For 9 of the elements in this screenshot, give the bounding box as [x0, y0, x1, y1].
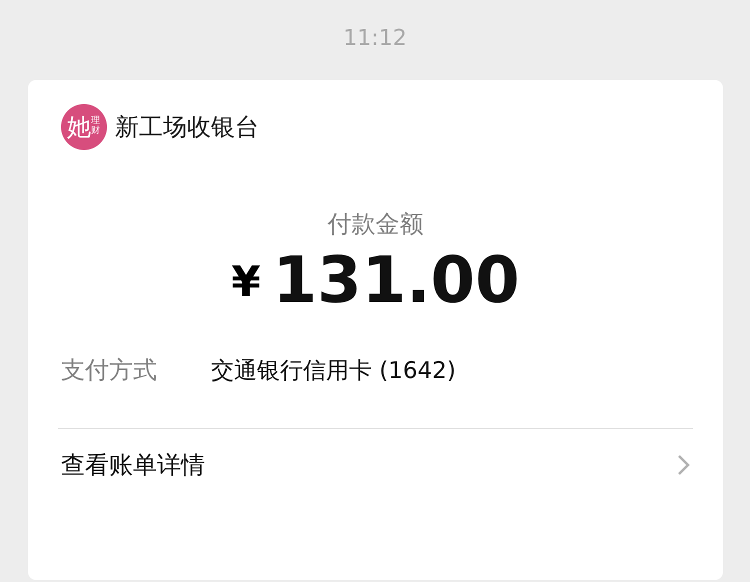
- chevron-right-icon: [677, 454, 691, 476]
- timestamp: 11:12: [342, 25, 408, 53]
- currency-symbol: ¥: [231, 256, 261, 306]
- payment-method-value: 交通银行信用卡 (1642): [211, 356, 456, 386]
- amount-label: 付款金额: [326, 209, 424, 240]
- payment-method-label: 支付方式: [61, 355, 158, 386]
- payment-amount: 131.00: [272, 244, 520, 318]
- merchant-name: 新工场收银台: [115, 112, 259, 143]
- bill-details-link[interactable]: 查看账单详情: [58, 449, 693, 481]
